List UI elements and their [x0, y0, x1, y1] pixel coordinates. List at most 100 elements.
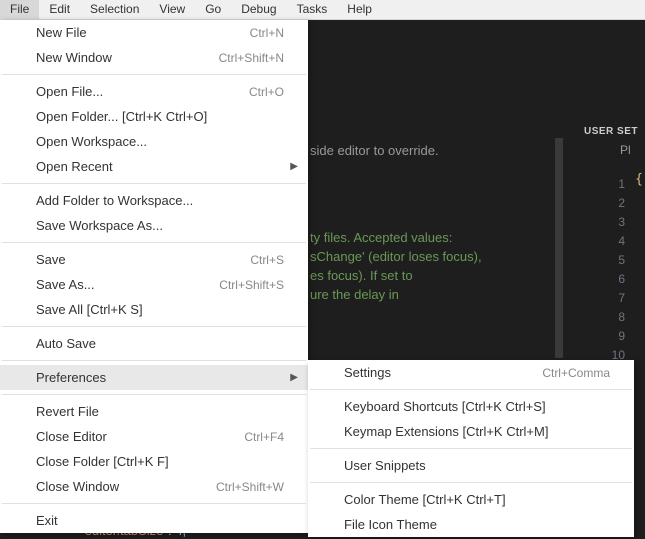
chevron-right-icon: ▶: [290, 161, 298, 172]
menu-item-label: Close Window: [36, 479, 119, 494]
menu-item-label: Close Folder [Ctrl+K F]: [36, 454, 169, 469]
file-menu-save-as[interactable]: Save As... Ctrl+Shift+S: [0, 272, 308, 297]
line-numbers: 1234567891011: [580, 157, 645, 384]
menubar: FileEditSelectionViewGoDebugTasksHelp: [0, 0, 645, 20]
file-menu-auto-save[interactable]: Auto Save: [0, 331, 308, 356]
file-menu-new-window[interactable]: New Window Ctrl+Shift+N: [0, 45, 308, 70]
file-menu-preferences[interactable]: Preferences ▶: [0, 365, 308, 390]
menu-item-label: Color Theme [Ctrl+K Ctrl+T]: [344, 492, 506, 507]
menubar-debug[interactable]: Debug: [231, 0, 286, 19]
file-menu-open-recent[interactable]: Open Recent ▶: [0, 154, 308, 179]
editor-code: ty files. Accepted values:sChange' (edit…: [310, 228, 482, 304]
menu-item-shortcut: Ctrl+S: [250, 253, 284, 267]
brace: {: [635, 172, 643, 187]
file-menu-save-workspace-as[interactable]: Save Workspace As...: [0, 213, 308, 238]
menu-separator: [2, 74, 306, 75]
right-panel: USER SET Pl 1234567891011: [580, 120, 645, 384]
menu-separator: [2, 360, 306, 361]
menu-item-shortcut: Ctrl+Shift+N: [219, 51, 284, 65]
menu-item-label: Revert File: [36, 404, 99, 419]
line-number: 4: [580, 232, 625, 251]
menu-item-label: Keymap Extensions [Ctrl+K Ctrl+M]: [344, 424, 548, 439]
menubar-go[interactable]: Go: [195, 0, 231, 19]
menu-item-label: File Icon Theme: [344, 517, 437, 532]
menu-item-label: Open Folder... [Ctrl+K Ctrl+O]: [36, 109, 207, 124]
line-number: 2: [580, 194, 625, 213]
file-menu-add-folder-to-workspace[interactable]: Add Folder to Workspace...: [0, 188, 308, 213]
menu-separator: [310, 389, 632, 390]
file-menu-close-editor[interactable]: Close Editor Ctrl+F4: [0, 424, 308, 449]
code-line: sChange' (editor loses focus),: [310, 247, 482, 266]
pref-menu-keyboard-shortcuts-ctrl-k-ctrl-s[interactable]: Keyboard Shortcuts [Ctrl+K Ctrl+S]: [308, 394, 634, 419]
menubar-selection[interactable]: Selection: [80, 0, 149, 19]
menu-item-shortcut: Ctrl+Shift+S: [219, 278, 284, 292]
file-menu-save[interactable]: Save Ctrl+S: [0, 247, 308, 272]
editor-hint: side editor to override.: [310, 143, 439, 158]
line-number: 7: [580, 289, 625, 308]
pref-menu-keymap-extensions-ctrl-k-ctrl-m[interactable]: Keymap Extensions [Ctrl+K Ctrl+M]: [308, 419, 634, 444]
line-number: 8: [580, 308, 625, 327]
menubar-view[interactable]: View: [149, 0, 195, 19]
menu-item-shortcut: Ctrl+Shift+W: [216, 480, 284, 494]
menu-item-label: Save Workspace As...: [36, 218, 163, 233]
line-number: 3: [580, 213, 625, 232]
menu-separator: [2, 394, 306, 395]
menu-separator: [310, 482, 632, 483]
line-number: 1: [580, 175, 625, 194]
menu-item-shortcut: Ctrl+F4: [244, 430, 284, 444]
line-number: 6: [580, 270, 625, 289]
menubar-edit[interactable]: Edit: [39, 0, 80, 19]
menu-item-label: New Window: [36, 50, 112, 65]
file-menu-close-folder-ctrl-k-f[interactable]: Close Folder [Ctrl+K F]: [0, 449, 308, 474]
menu-item-label: Save: [36, 252, 66, 267]
menu-item-label: Save As...: [36, 277, 95, 292]
code-line: es focus). If set to: [310, 266, 482, 285]
file-menu-exit[interactable]: Exit: [0, 508, 308, 533]
menu-separator: [310, 448, 632, 449]
file-menu-save-all-ctrl-k-s[interactable]: Save All [Ctrl+K S]: [0, 297, 308, 322]
code-line: ure the delay in: [310, 285, 482, 304]
file-menu-revert-file[interactable]: Revert File: [0, 399, 308, 424]
menubar-file[interactable]: File: [0, 0, 39, 19]
pref-menu-user-snippets[interactable]: User Snippets: [308, 453, 634, 478]
user-settings-title: USER SET: [580, 120, 645, 143]
file-menu: New File Ctrl+N New Window Ctrl+Shift+N Open…: [0, 20, 308, 533]
menu-item-shortcut: Ctrl+Comma: [542, 366, 610, 380]
scrollbar[interactable]: [555, 138, 563, 358]
right-hint: Pl: [580, 143, 645, 157]
menu-separator: [2, 503, 306, 504]
menu-item-label: Add Folder to Workspace...: [36, 193, 193, 208]
file-menu-close-window[interactable]: Close Window Ctrl+Shift+W: [0, 474, 308, 499]
pref-menu-file-icon-theme[interactable]: File Icon Theme: [308, 512, 634, 537]
menu-item-label: Close Editor: [36, 429, 107, 444]
menu-item-label: Keyboard Shortcuts [Ctrl+K Ctrl+S]: [344, 399, 546, 414]
menu-item-label: Settings: [344, 365, 391, 380]
file-menu-open-workspace[interactable]: Open Workspace...: [0, 129, 308, 154]
menubar-tasks[interactable]: Tasks: [287, 0, 338, 19]
pref-menu-color-theme-ctrl-k-ctrl-t[interactable]: Color Theme [Ctrl+K Ctrl+T]: [308, 487, 634, 512]
line-number: 5: [580, 251, 625, 270]
chevron-right-icon: ▶: [290, 372, 298, 383]
line-number: 9: [580, 327, 625, 346]
file-menu-open-folder-ctrl-k-ctrl-o[interactable]: Open Folder... [Ctrl+K Ctrl+O]: [0, 104, 308, 129]
menu-item-label: Exit: [36, 513, 58, 528]
menu-separator: [2, 183, 306, 184]
file-menu-new-file[interactable]: New File Ctrl+N: [0, 20, 308, 45]
menubar-help[interactable]: Help: [337, 0, 382, 19]
menu-item-label: Save All [Ctrl+K S]: [36, 302, 143, 317]
menu-item-label: Open Recent: [36, 159, 113, 174]
preferences-submenu: Settings Ctrl+Comma Keyboard Shortcuts [Ct…: [308, 360, 634, 537]
menu-item-shortcut: Ctrl+O: [249, 85, 284, 99]
menu-item-label: Preferences: [36, 370, 106, 385]
menu-item-label: Open File...: [36, 84, 103, 99]
menu-separator: [2, 326, 306, 327]
menu-item-label: User Snippets: [344, 458, 426, 473]
menu-item-label: Auto Save: [36, 336, 96, 351]
pref-menu-settings[interactable]: Settings Ctrl+Comma: [308, 360, 634, 385]
menu-separator: [2, 242, 306, 243]
file-menu-open-file[interactable]: Open File... Ctrl+O: [0, 79, 308, 104]
menu-item-shortcut: Ctrl+N: [250, 26, 284, 40]
menu-item-label: Open Workspace...: [36, 134, 147, 149]
menu-item-label: New File: [36, 25, 87, 40]
code-line: ty files. Accepted values:: [310, 228, 482, 247]
